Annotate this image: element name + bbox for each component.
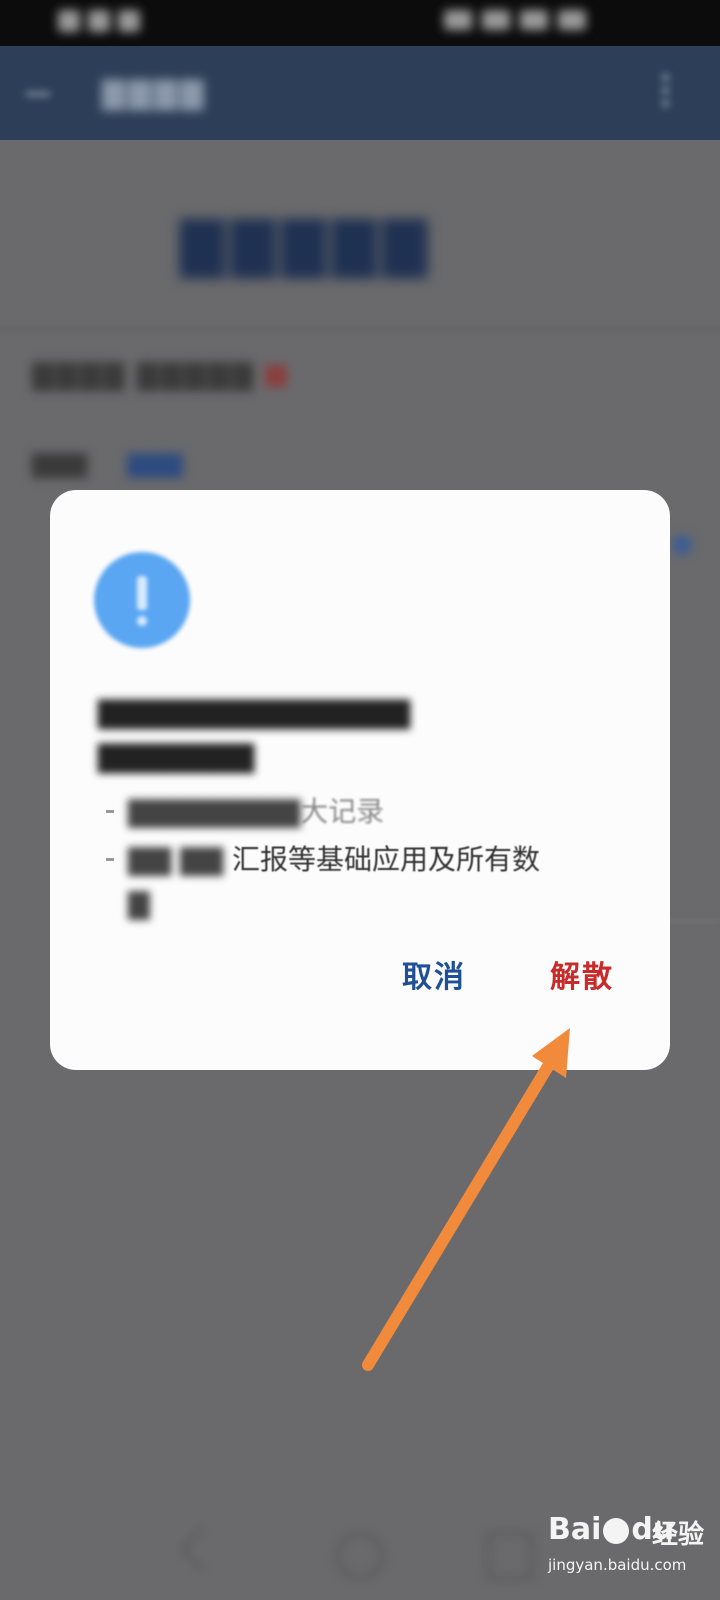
app-bar: ▇▇▇▇	[0, 46, 720, 140]
info-icon	[94, 552, 190, 648]
background-row-creator: ▇▇▇ ▇▇▇	[32, 450, 183, 478]
dialog-bullet-1: ▇▇▇▇▇▇▇▇大记录	[106, 790, 626, 834]
app-bar-title: ▇▇▇▇	[102, 76, 207, 111]
back-arrow-icon[interactable]	[22, 78, 52, 108]
status-left-icons	[58, 10, 188, 34]
status-right-icons	[434, 10, 664, 34]
baidu-jingyan-watermark: Bai du 经验 jingyan.baidu.com	[548, 1500, 708, 1580]
cancel-button[interactable]: 取消	[402, 952, 466, 996]
nav-recents-icon[interactable]	[486, 1532, 534, 1580]
more-options-icon[interactable]	[662, 74, 672, 114]
arrow-shaft	[362, 1052, 559, 1371]
paw-icon	[603, 1517, 630, 1544]
dissolve-button[interactable]: 解散	[550, 952, 614, 996]
dialog-bullet-2: ▇▇ ▇▇ 汇报等基础应用及所有数 ▇	[106, 838, 626, 926]
background-badge	[672, 535, 692, 555]
dialog-bullet-list: ▇▇▇▇▇▇▇▇大记录 ▇▇ ▇▇ 汇报等基础应用及所有数 ▇	[106, 790, 626, 930]
background-title: ▇▇▇▇▇	[180, 210, 434, 278]
nav-back-icon[interactable]	[178, 1524, 228, 1574]
dissolve-confirm-dialog: ▇▇▇▇▇▇▇▇▇▇▇▇▇▇ ▇▇▇▇▇▇▇ ▇▇▇▇▇▇▇▇大记录 ▇▇ ▇▇ …	[50, 490, 670, 1070]
dialog-message: ▇▇▇▇▇▇▇▇▇▇▇▇▇▇ ▇▇▇▇▇▇▇	[98, 695, 411, 773]
nav-home-icon[interactable]	[336, 1532, 384, 1580]
watermark-url: jingyan.baidu.com	[548, 1556, 687, 1574]
background-divider	[0, 328, 720, 330]
background-row-name: ▇▇▇▇ ▇▇▇▇▇	[32, 358, 287, 391]
watermark-text: 经验	[652, 1520, 705, 1550]
status-bar	[0, 0, 720, 46]
